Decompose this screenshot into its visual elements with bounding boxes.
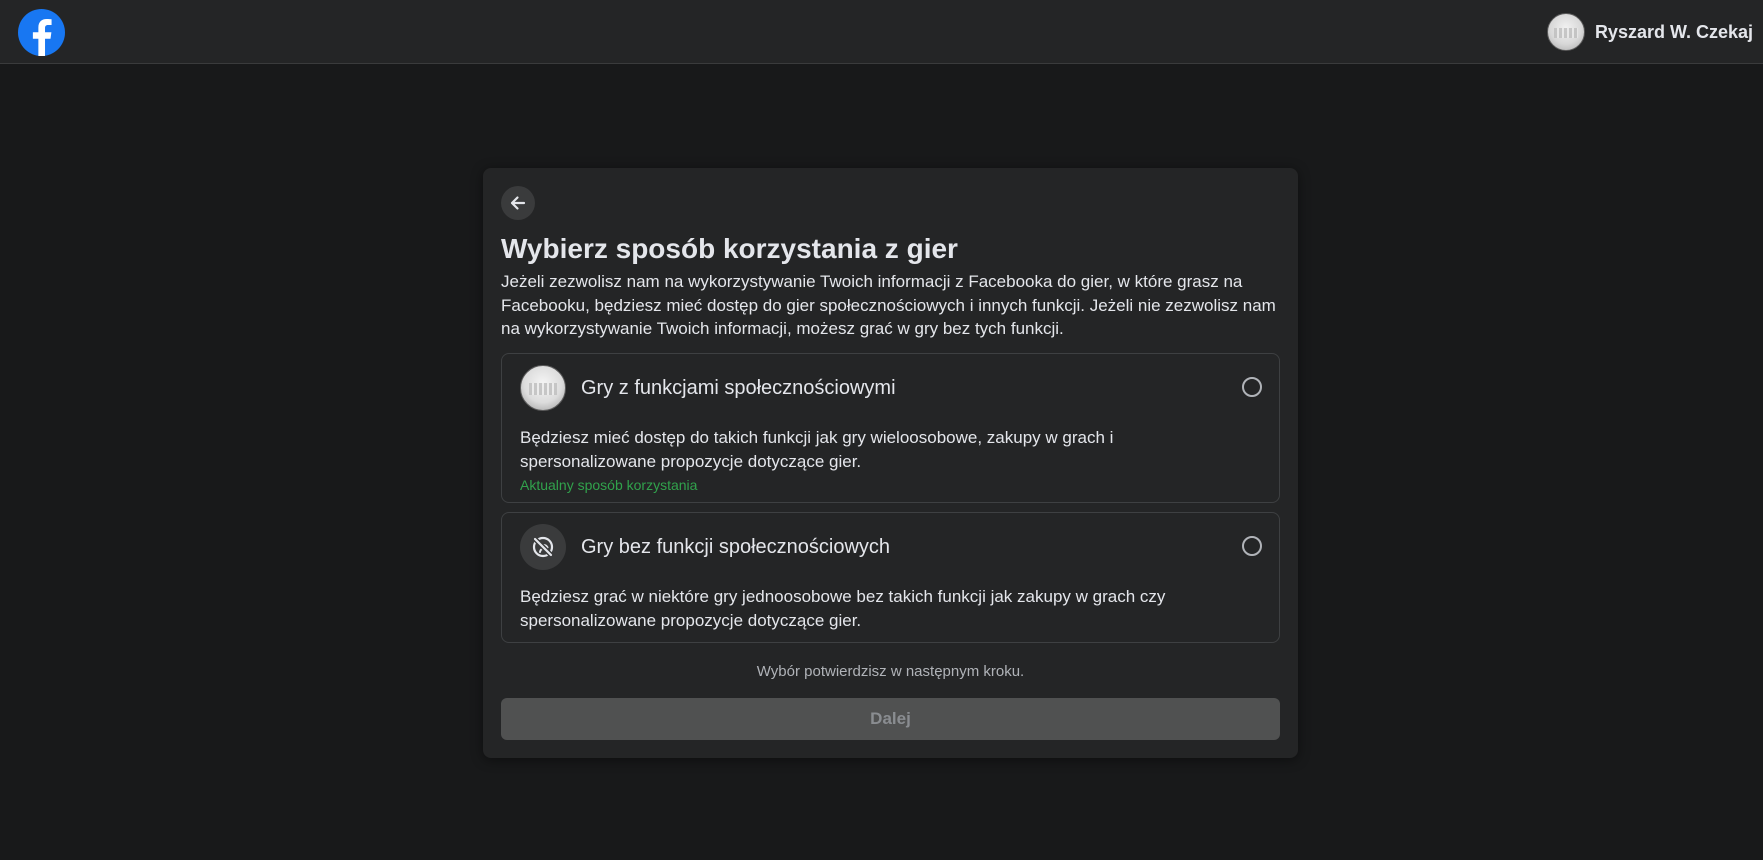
user-profile[interactable]: Ryszard W. Czekaj — [1546, 13, 1753, 51]
dialog-title: Wybierz sposób korzystania z gier — [501, 233, 958, 264]
option-radio[interactable] — [1242, 536, 1262, 556]
option-non-social-games[interactable]: Gry bez funkcji społecznościowych Będzie… — [501, 512, 1280, 643]
facebook-logo-icon[interactable] — [18, 9, 65, 56]
no-sharing-icon — [520, 524, 566, 570]
dialog-description: Jeżeli zezwolisz nam na wykorzystywanie … — [501, 272, 1276, 338]
game-settings-dialog: Wybierz sposób korzystania z gier Jeżeli… — [483, 168, 1298, 758]
option-title: Gry bez funkcji społecznościowych — [581, 536, 891, 558]
option-social-games[interactable]: Gry z funkcjami społecznościowymi Będzie… — [501, 353, 1280, 503]
current-usage-label: Aktualny sposób korzystania — [520, 477, 698, 493]
user-name[interactable]: Ryszard W. Czekaj — [1595, 22, 1753, 43]
next-button[interactable]: Dalej — [501, 698, 1280, 740]
arrow-left-icon — [510, 196, 526, 210]
option-avatar — [520, 365, 566, 411]
option-radio[interactable] — [1242, 377, 1262, 397]
top-bar: Ryszard W. Czekaj — [0, 0, 1763, 64]
option-description: Będziesz grać w niektóre gry jednoosobow… — [520, 587, 1166, 630]
option-title: Gry z funkcjami społecznościowymi — [581, 377, 896, 399]
user-avatar[interactable] — [1546, 13, 1585, 51]
option-description: Będziesz mieć dostęp do takich funkcji j… — [520, 428, 1114, 471]
confirmation-note: Wybór potwierdzisz w następnym kroku. — [756, 663, 1025, 680]
back-button[interactable] — [501, 186, 535, 220]
